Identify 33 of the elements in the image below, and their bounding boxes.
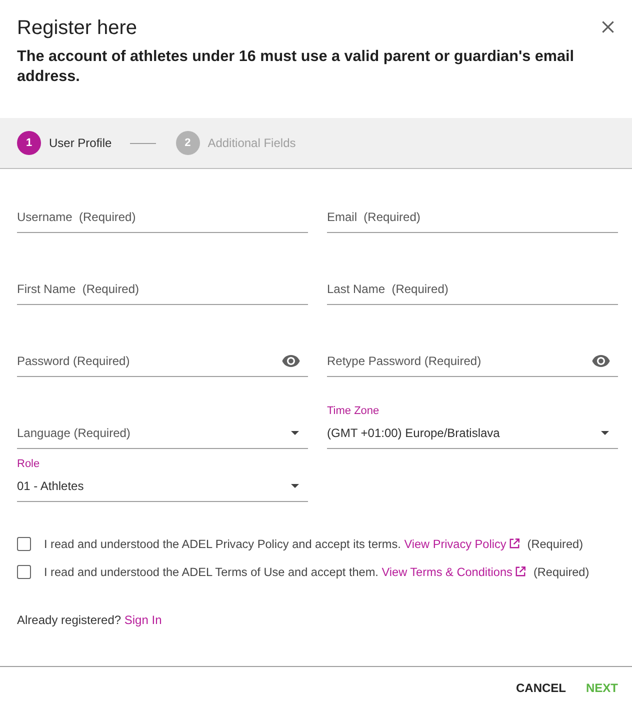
select-field[interactable]: Role 01 - Athletes <box>17 455 308 502</box>
text-field[interactable]: First Name (Required) <box>17 258 308 305</box>
close-icon[interactable] <box>602 21 614 33</box>
policy-link[interactable]: View Privacy Policy <box>404 537 520 551</box>
eye-icon[interactable] <box>282 355 300 367</box>
sign-in-link[interactable]: Sign In <box>124 613 162 627</box>
external-link-icon <box>515 566 526 577</box>
caret-icon <box>601 431 609 435</box>
cancel-button[interactable]: CANCEL <box>510 673 572 703</box>
select-field[interactable]: Time Zone (GMT +01:00) Europe/Bratislava <box>327 402 618 449</box>
password-field[interactable]: Retype Password (Required) <box>327 330 618 377</box>
eye-icon[interactable] <box>592 355 610 367</box>
checkbox[interactable] <box>17 537 31 551</box>
step-number[interactable]: 1 <box>17 131 41 155</box>
consent-text: I read and understood the ADEL Terms of Use and accept them. View Terms & Conditions (Required) <box>44 565 590 579</box>
field-label: Role <box>17 457 40 471</box>
text-field[interactable]: Last Name (Required) <box>327 258 618 305</box>
password-field[interactable]: Password (Required) <box>17 330 308 377</box>
sign-in-prompt: Already registered? Sign In <box>17 612 163 629</box>
select-field[interactable]: Language (Required) <box>17 402 308 449</box>
dialog-subtitle: The account of athletes under 16 must use a valid parent or guardian's email address. <box>17 47 576 87</box>
dialog-title: Register here <box>17 16 138 40</box>
external-link-icon <box>509 538 520 549</box>
step-connector-line <box>130 142 156 144</box>
caret-icon <box>291 431 299 435</box>
consent-text: I read and understood the ADEL Privacy Policy and accept its terms. View Privacy Policy (Required) <box>44 537 584 551</box>
field-label: Time Zone <box>327 404 380 418</box>
text-field[interactable]: Username (Required) <box>17 186 308 233</box>
step-label[interactable]: User Profile <box>49 136 112 150</box>
text-field[interactable]: Email (Required) <box>327 186 618 233</box>
policy-link[interactable]: View Terms & Conditions <box>382 565 526 579</box>
checkbox[interactable] <box>17 565 31 579</box>
caret-icon <box>291 484 299 488</box>
